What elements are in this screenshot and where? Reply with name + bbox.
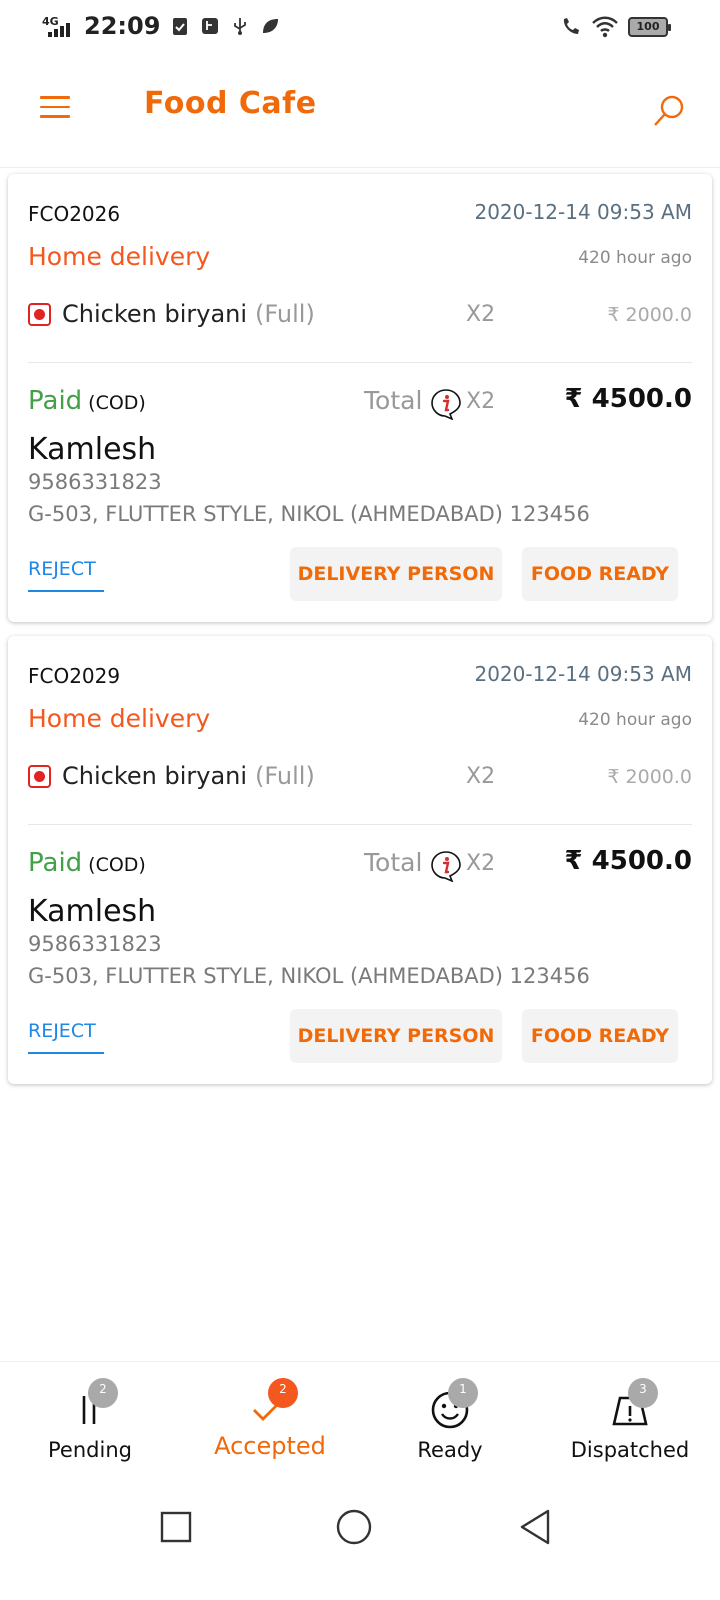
wifi-call-icon [563,18,579,34]
hamburger-menu-icon[interactable] [40,96,70,122]
food-ready-button[interactable]: FOOD READY [522,1009,678,1063]
order-card: FCO2029 2020-12-14 09:53 AM Home deliver… [8,636,712,1084]
item-quantity: X2 [466,764,496,789]
dispatched-count-badge: 3 [628,1378,658,1408]
tab-pending[interactable]: 2 Pending [0,1362,180,1482]
usb-settings-icon [202,18,219,34]
tab-label: Dispatched [570,1438,690,1462]
tab-label: Accepted [214,1432,326,1460]
status-bar-left: 4G 22:09 [42,12,280,40]
payment-status: Paid (COD) [28,386,146,416]
non-veg-mark-icon [28,765,51,788]
wifi-icon [592,16,618,38]
order-datetime: 2020-12-14 09:53 AM [474,200,692,224]
total-amount: ₹ 4500.0 [564,384,692,414]
item-quantity: X2 [466,302,496,327]
item-price: ₹ 2000.0 [607,766,692,788]
tab-dispatched[interactable]: 3 Dispatched [540,1362,720,1482]
status-bar-right: 100 [560,16,671,38]
item-name: Chicken biryani [62,300,248,328]
customer-name: Kamlesh [28,894,157,929]
app-title: Food Cafe [144,86,317,121]
divider [28,824,692,825]
payment-status: Paid (COD) [28,848,146,878]
customer-address: G-503, FLUTTER STYLE, NIKOL (AHMEDABAD) … [28,502,590,526]
bottom-navigation: 2 Pending 2 Accepted 1 Ready 3 Dispatche… [0,1361,720,1481]
tab-ready[interactable]: 1 Ready [360,1362,540,1482]
total-label: Total [364,848,423,877]
item-variant: (Full) [255,300,315,328]
info-icon[interactable] [430,850,462,882]
total-quantity: X2 [466,389,496,414]
item-name: Chicken biryani [62,762,248,790]
tab-label: Pending [48,1438,132,1462]
order-id: FCO2029 [28,664,121,688]
payment-status-label: Paid [28,848,83,878]
notification-icons [170,16,280,36]
delivery-person-button[interactable]: DELIVERY PERSON [290,1009,502,1063]
reject-button[interactable]: REJECT [28,1020,104,1054]
tab-label: Ready [417,1438,483,1462]
customer-phone: 9586331823 [28,932,162,956]
payment-status-label: Paid [28,386,83,416]
tab-accepted[interactable]: 2 Accepted [180,1362,360,1482]
customer-name: Kamlesh [28,432,157,467]
status-bar: 4G 22:09 100 [0,0,720,56]
back-icon[interactable] [516,1507,556,1547]
total-label: Total [364,386,423,415]
payment-mode: (COD) [88,854,146,876]
leaf-icon [263,19,279,33]
item-row: Chicken biryani (Full) [62,762,315,790]
total-quantity: X2 [466,851,496,876]
non-veg-mark-icon [28,303,51,326]
item-price: ₹ 2000.0 [607,304,692,326]
order-time-ago: 420 hour ago [578,248,692,268]
divider [28,362,692,363]
home-icon[interactable] [334,1507,374,1547]
delivery-person-button[interactable]: DELIVERY PERSON [290,547,502,601]
order-datetime: 2020-12-14 09:53 AM [474,662,692,686]
clock: 22:09 [84,12,161,40]
customer-address: G-503, FLUTTER STYLE, NIKOL (AHMEDABAD) … [28,964,590,988]
usb-icon [234,18,247,35]
item-row: Chicken biryani (Full) [62,300,315,328]
system-navigation-bar [0,1481,720,1600]
info-icon[interactable] [430,388,462,420]
customer-phone: 9586331823 [28,470,162,494]
app-bar: Food Cafe [0,56,720,168]
order-type: Home delivery [28,704,211,733]
order-id: FCO2026 [28,202,121,226]
food-ready-button[interactable]: FOOD READY [522,547,678,601]
signal-icon: 4G [42,13,74,39]
payment-mode: (COD) [88,392,146,414]
ready-count-badge: 1 [448,1378,478,1408]
clipboard-check-icon [173,18,188,35]
order-type: Home delivery [28,242,211,271]
order-card: FCO2026 2020-12-14 09:53 AM Home deliver… [8,174,712,622]
order-time-ago: 420 hour ago [578,710,692,730]
accepted-count-badge: 2 [268,1378,298,1408]
pending-count-badge: 2 [88,1378,118,1408]
total-amount: ₹ 4500.0 [564,846,692,876]
battery-icon: 100 [628,17,671,37]
recents-icon[interactable] [156,1507,196,1547]
item-variant: (Full) [255,762,315,790]
search-icon[interactable] [652,94,686,128]
reject-button[interactable]: REJECT [28,558,104,592]
